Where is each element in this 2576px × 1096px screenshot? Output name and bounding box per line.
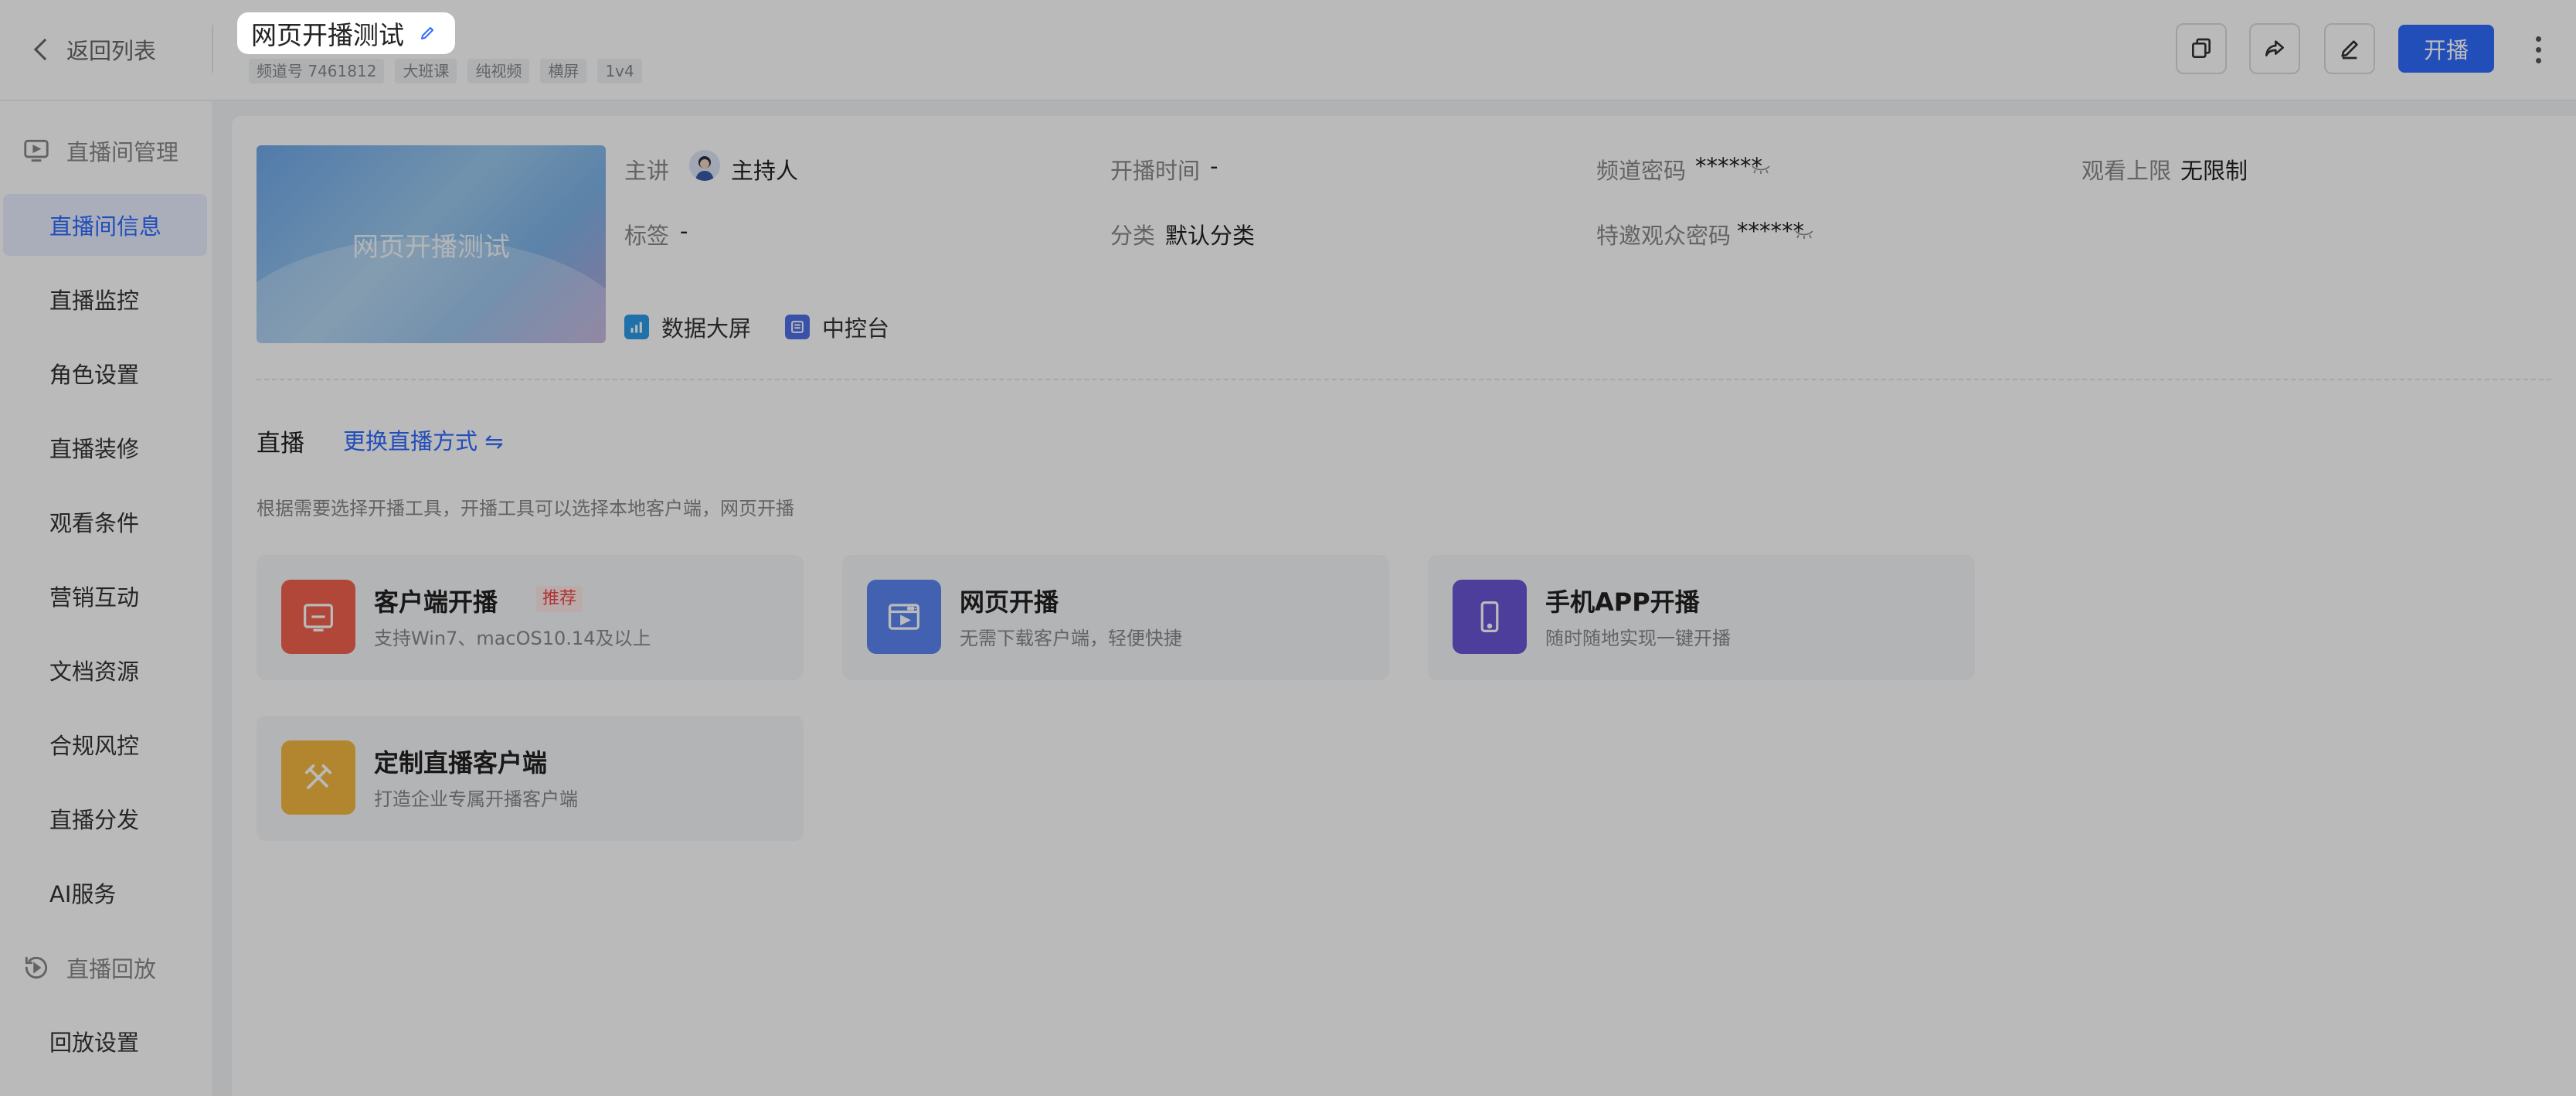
sidebar-item-replay-settings[interactable]: 回放设置 [3,1010,207,1072]
sidebar-item-room-info[interactable]: 直播间信息 [3,194,207,256]
bar-chart-icon [624,315,649,339]
web-live-card[interactable]: 网页开播 无需下载客户端，轻便快捷 [842,555,1389,680]
custom-client-card[interactable]: 定制直播客户端 打造企业专属开播客户端 [257,716,804,841]
card-title: 客户端开播 [374,587,498,617]
start-live-button[interactable]: 开播 [2398,25,2494,73]
channel-password-label: 频道密码 [1596,158,1687,184]
category-value: 默认分类 [1165,223,1256,249]
data-screen-label: 数据大屏 [661,315,752,342]
sidebar-group-replay[interactable]: 直播回放 [22,948,156,987]
console-icon [785,315,810,339]
sidebar-item-roles[interactable]: 角色设置 [3,342,207,404]
edit-button[interactable] [2324,23,2375,74]
live-screen-icon [24,139,49,162]
host-label: 主讲 [624,158,670,184]
tag-class-type: 大班课 [395,59,457,83]
copy-button[interactable] [2176,23,2227,74]
header-divider [212,25,213,73]
share-icon [2265,40,2284,56]
card-title: 定制直播客户端 [374,748,548,778]
app-live-card[interactable]: 手机APP开播 随时随地实现一键开播 [1428,555,1975,680]
tag-orientation: 横屏 [540,59,587,83]
browser-play-icon [867,580,941,654]
cover-image[interactable]: 网页开播测试 [257,145,606,343]
sidebar-item-monitor[interactable]: 直播监控 [3,268,207,330]
more-dot-icon [2535,57,2541,63]
back-label: 返回列表 [66,38,157,64]
category-label: 分类 [1110,223,1156,249]
more-menu-button[interactable] [2527,29,2550,70]
more-dot-icon [2535,36,2541,42]
sidebar-item-documents[interactable]: 文档资源 [3,639,207,701]
tools-icon [281,740,355,815]
start-time-label: 开播时间 [1110,158,1201,184]
sidebar-item-marketing[interactable]: 营销互动 [3,565,207,627]
recommend-badge: 推荐 [536,586,583,612]
data-screen-link[interactable]: 数据大屏 [624,311,751,343]
page-title-edit[interactable]: 网页开播测试 [237,12,455,54]
sidebar-group-label: 直播间管理 [66,139,179,165]
desktop-client-icon [281,580,355,654]
sidebar-group-live-management[interactable]: 直播间管理 [22,131,178,170]
chevron-left-icon [33,38,56,61]
sidebar-item-compliance[interactable]: 合规风控 [3,713,207,775]
tag-seats: 1v4 [597,59,642,83]
mobile-phone-icon [1453,580,1527,654]
edit-title-icon[interactable] [418,24,437,43]
card-desc: 支持Win7、macOS10.14及以上 [374,628,651,649]
avatar-icon [695,156,714,181]
replay-icon [25,956,48,979]
section-divider [257,379,2551,380]
tag-channel-id: 频道号 7461812 [249,59,385,83]
cover-title: 网页开播测试 [352,231,510,263]
main-content: 网页开播测试 主讲 主持人 开播时间 - 频道密码 ****** 观看上限 无限… [232,116,2576,1096]
more-dot-icon [2535,46,2541,53]
share-button[interactable] [2249,23,2300,74]
card-desc: 打造企业专属开播客户端 [374,788,578,810]
live-hint-text: 根据需要选择开播工具，开播工具可以选择本地客户端，网页开播 [257,498,794,519]
back-to-list-button[interactable]: 返回列表 [31,29,156,70]
watch-limit-label: 观看上限 [2082,158,2172,184]
sidebar-group-label: 直播回放 [66,956,157,982]
eye-closed-icon[interactable] [1794,229,1814,240]
eye-closed-icon[interactable] [1751,164,1771,175]
vip-password-label: 特邀观众密码 [1596,223,1731,249]
card-desc: 随时随地实现一键开播 [1545,628,1731,649]
pencil-icon [2341,40,2358,60]
sidebar-item-watch-conditions[interactable]: 观看条件 [3,491,207,553]
card-title: 手机APP开播 [1545,587,1700,617]
tag-value: - [680,218,688,244]
card-desc: 无需下载客户端，轻便快捷 [960,628,1182,649]
sidebar-item-decoration[interactable]: 直播装修 [3,417,207,478]
host-value: 主持人 [731,158,799,184]
client-live-card[interactable]: 客户端开播 推荐 支持Win7、macOS10.14及以上 [257,555,804,680]
live-section-title: 直播 [257,430,304,458]
sidebar-item-distribution[interactable]: 直播分发 [3,788,207,849]
sidebar: 直播间管理 直播间信息 直播监控 角色设置 直播装修 观看条件 营销互动 文档资… [0,101,213,1096]
card-title: 网页开播 [960,587,1059,617]
copy-icon [2192,38,2211,58]
page-title: 网页开播测试 [251,20,404,50]
sidebar-item-ai-service[interactable]: AI服务 [3,862,207,924]
switch-live-mode-link[interactable]: 更换直播方式 ⇋ [343,424,504,456]
tag-stream-type: 纯视频 [467,59,530,83]
channel-tags: 频道号 7461812 大班课 纯视频 横屏 1v4 [249,59,642,83]
console-label: 中控台 [822,315,890,342]
watch-limit-value: 无限制 [2180,158,2248,184]
console-link[interactable]: 中控台 [785,311,889,343]
start-time-value: - [1210,153,1218,179]
host-avatar [689,150,720,181]
tag-label: 标签 [624,223,670,249]
